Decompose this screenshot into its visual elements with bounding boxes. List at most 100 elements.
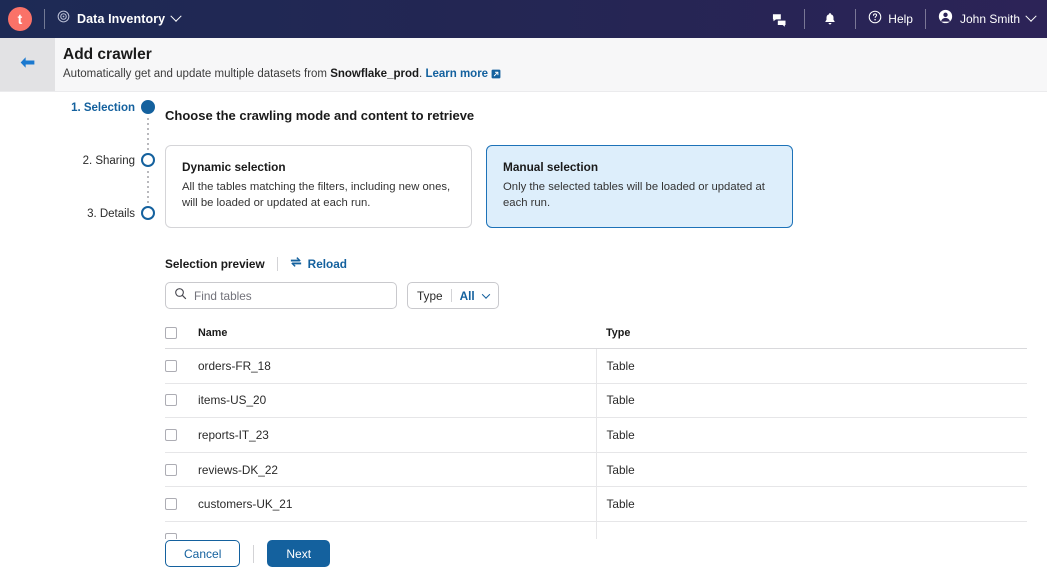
chat-icon[interactable] xyxy=(766,6,792,32)
mode-card-title: Dynamic selection xyxy=(182,160,286,174)
row-name: reviews-DK_22 xyxy=(198,452,596,488)
help-label: Help xyxy=(888,12,913,26)
stepper-label: 2. Sharing xyxy=(82,155,135,167)
page-title: Add crawler xyxy=(63,46,152,63)
stepper-label: 1. Selection xyxy=(71,102,135,114)
table-row[interactable]: customers-UK_21 Table xyxy=(165,486,1027,522)
table-body: orders-FR_18 Table items-US_20 Table rep… xyxy=(165,348,1027,539)
row-name: customers-UK_21 xyxy=(198,486,596,522)
back-arrow-icon xyxy=(19,56,36,74)
app-switcher[interactable]: Data Inventory xyxy=(57,10,182,28)
table-row-partial[interactable] xyxy=(165,521,1027,539)
table-head: Name Type xyxy=(165,327,1027,349)
section-title: Choose the crawling mode and content to … xyxy=(165,108,475,123)
row-type: Table xyxy=(595,417,1027,453)
row-checkbox[interactable] xyxy=(165,532,177,539)
avatar-icon xyxy=(938,9,953,29)
help-button[interactable]: Help xyxy=(868,10,913,29)
row-type: Table xyxy=(595,383,1027,419)
page-subtitle: Automatically get and update multiple da… xyxy=(63,66,501,84)
wizard-stepper: 1. Selection 2. Sharing 3. Details xyxy=(55,100,155,259)
mode-card-manual-selection[interactable]: Manual selection Only the selected table… xyxy=(486,145,793,228)
row-checkbox[interactable] xyxy=(165,394,177,407)
row-name: orders-FR_18 xyxy=(198,348,596,384)
refresh-icon xyxy=(290,256,302,271)
tables-table: Name Type orders-FR_18 Table items-US_20… xyxy=(165,327,1027,539)
row-name: items-US_20 xyxy=(198,383,596,419)
row-name xyxy=(198,521,596,539)
step-dot-icon xyxy=(141,153,155,167)
stepper-item-details[interactable]: 3. Details xyxy=(55,206,155,259)
subtitle-source: Snowflake_prod xyxy=(330,68,420,80)
app-name-label: Data Inventory xyxy=(77,12,166,26)
crawling-mode-options: Dynamic selection All the tables matchin… xyxy=(165,145,1027,228)
mode-card-title: Manual selection xyxy=(503,160,599,174)
type-filter-dropdown[interactable]: Type All xyxy=(407,282,499,309)
mode-card-dynamic-selection[interactable]: Dynamic selection All the tables matchin… xyxy=(165,145,472,228)
row-checkbox[interactable] xyxy=(165,463,177,476)
selection-preview-label: Selection preview xyxy=(165,256,265,271)
target-icon xyxy=(57,10,70,28)
divider xyxy=(44,9,45,29)
column-header-name[interactable]: Name xyxy=(198,327,596,349)
page-header-text: Add crawler Automatically get and update… xyxy=(55,38,501,91)
divider xyxy=(855,9,857,29)
user-name-label: John Smith xyxy=(959,12,1020,26)
step-dot-icon xyxy=(141,100,155,114)
type-filter-label: Type xyxy=(417,288,443,303)
bell-icon[interactable] xyxy=(817,6,843,32)
type-filter-value: All xyxy=(459,288,475,303)
chevron-down-icon xyxy=(170,10,182,22)
back-button[interactable] xyxy=(0,38,55,91)
row-type xyxy=(595,521,1027,539)
row-checkbox-cell xyxy=(165,383,198,419)
mode-card-description: Only the selected tables will be loaded … xyxy=(503,181,765,209)
divider xyxy=(450,289,452,302)
user-menu[interactable]: John Smith xyxy=(938,9,1037,29)
learn-more-link[interactable]: Learn more xyxy=(425,68,488,80)
row-checkbox[interactable] xyxy=(165,498,177,511)
table-row[interactable]: reviews-DK_22 Table xyxy=(165,452,1027,488)
step-connector xyxy=(147,171,149,203)
search-input[interactable] xyxy=(194,288,388,303)
row-name: reports-IT_23 xyxy=(198,417,596,453)
table-row[interactable]: items-US_20 Table xyxy=(165,383,1027,419)
chevron-down-icon xyxy=(481,289,490,299)
chevron-down-icon xyxy=(1025,10,1037,22)
search-icon xyxy=(174,287,187,305)
tables-list-container[interactable]: Name Type orders-FR_18 Table items-US_20… xyxy=(165,327,1027,539)
table-filters: Type All xyxy=(165,282,1027,309)
page-root: t Data Inventory Help John Smith Add cra… xyxy=(0,0,1047,585)
divider xyxy=(253,544,255,563)
column-header-type[interactable]: Type xyxy=(596,327,1027,349)
mode-card-description: All the tables matching the filters, inc… xyxy=(182,181,451,209)
cancel-button[interactable]: Cancel xyxy=(165,540,241,567)
wizard-footer: Cancel Next xyxy=(165,540,331,567)
stepper-item-sharing[interactable]: 2. Sharing xyxy=(55,153,155,206)
row-checkbox[interactable] xyxy=(165,428,177,441)
logo-letter: t xyxy=(17,11,23,27)
row-type: Table xyxy=(595,348,1027,384)
external-link-icon[interactable] xyxy=(491,68,501,84)
table-row[interactable]: orders-FR_18 Table xyxy=(165,348,1027,384)
divider xyxy=(804,9,806,29)
table-row[interactable]: reports-IT_23 Table xyxy=(165,417,1027,453)
row-checkbox-cell xyxy=(165,452,198,488)
subtitle-suffix: . xyxy=(419,68,423,80)
next-button[interactable]: Next xyxy=(267,540,331,567)
row-checkbox-cell xyxy=(165,486,198,522)
top-bar-right-group: Help John Smith xyxy=(766,6,1047,32)
row-checkbox[interactable] xyxy=(165,359,177,372)
stepper-item-selection[interactable]: 1. Selection xyxy=(55,100,155,153)
reload-button[interactable]: Reload xyxy=(290,256,347,271)
select-all-checkbox[interactable] xyxy=(165,327,177,339)
reload-label: Reload xyxy=(307,256,348,271)
step-dot-icon xyxy=(141,206,155,220)
app-logo[interactable]: t xyxy=(8,7,32,31)
row-checkbox-cell xyxy=(165,417,198,453)
subtitle-prefix: Automatically get and update multiple da… xyxy=(63,68,331,80)
divider xyxy=(924,9,926,29)
search-field[interactable] xyxy=(165,282,397,309)
row-checkbox-cell xyxy=(165,348,198,384)
main-content: Choose the crawling mode and content to … xyxy=(165,108,1027,539)
